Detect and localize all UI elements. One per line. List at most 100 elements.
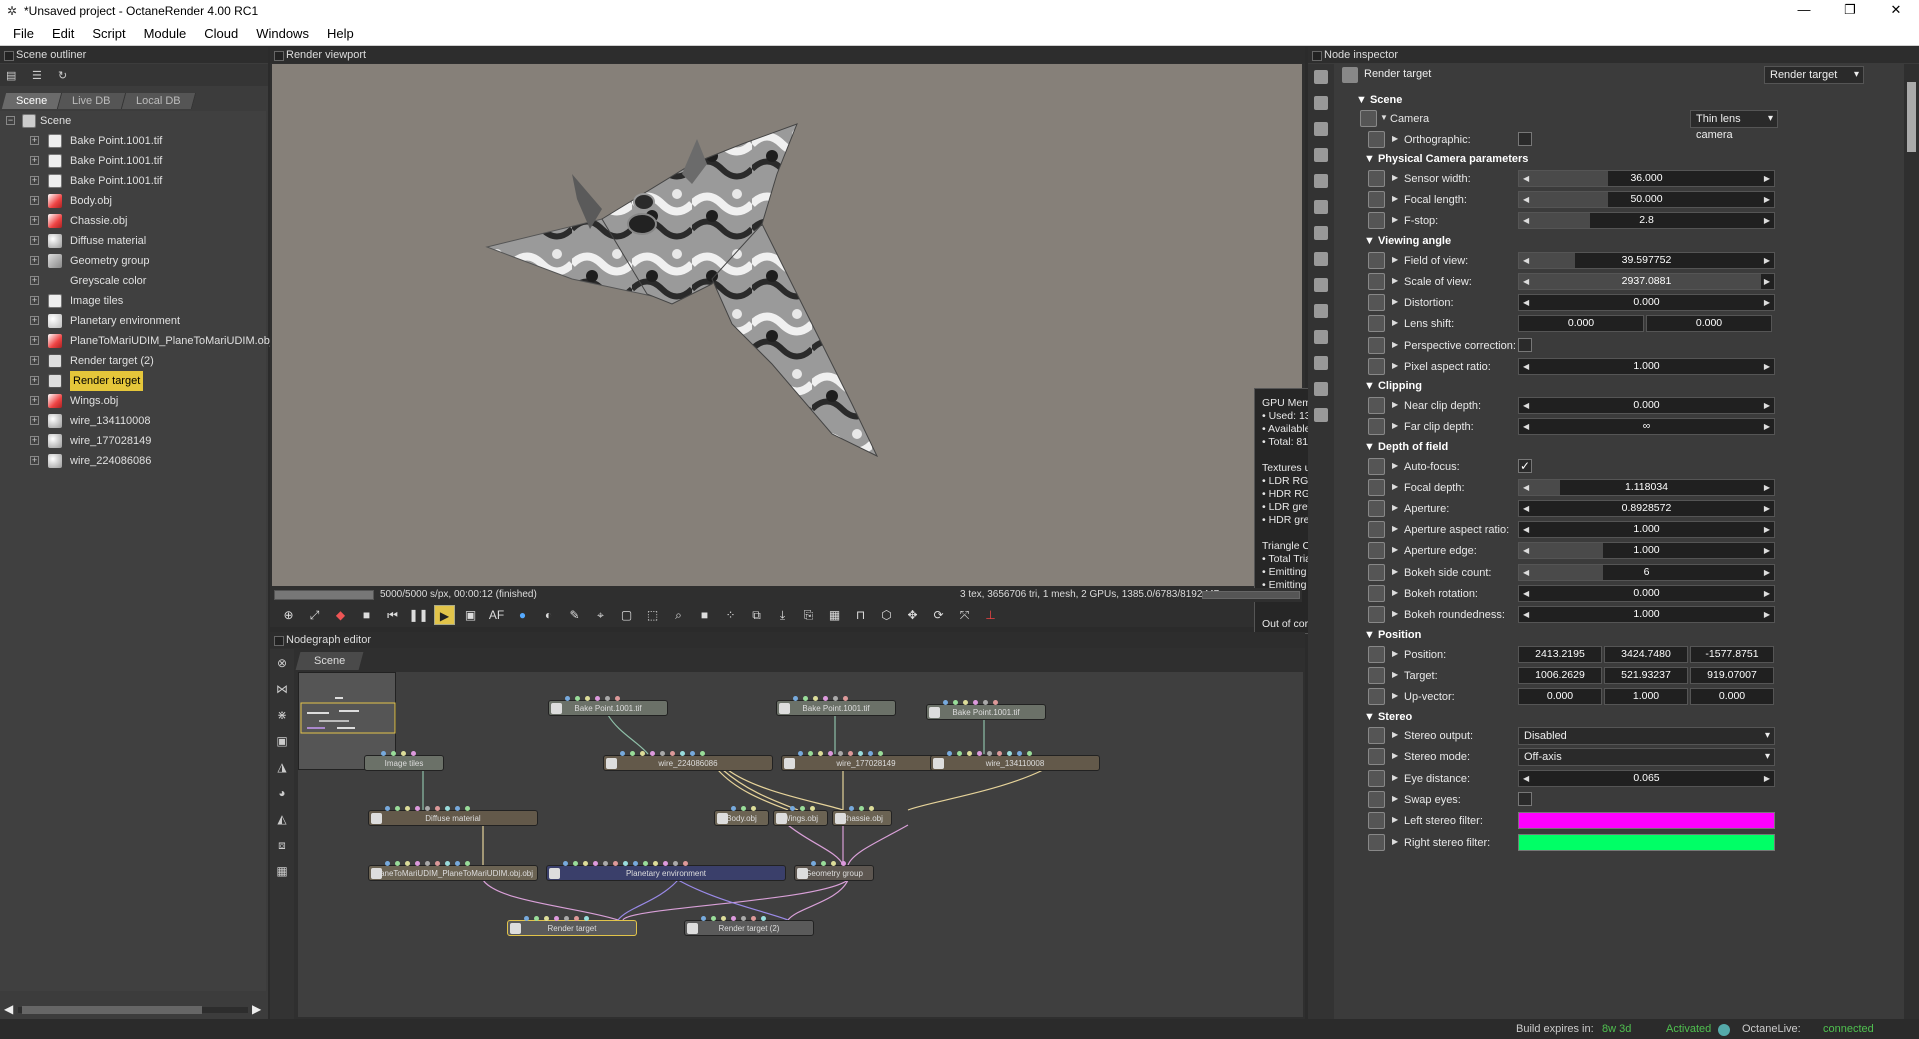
swap_eyes-checkbox[interactable]	[1518, 792, 1532, 806]
tree-item[interactable]: + Render target	[0, 371, 266, 391]
section-viewing_section[interactable]: ▼ Viewing angle	[1364, 235, 1451, 247]
collapse-icon[interactable]: ☰	[32, 69, 46, 82]
expand-arrow-icon[interactable]: ▶	[1392, 215, 1398, 224]
node-geometry-group[interactable]: Geometry group	[794, 861, 874, 881]
tree-item[interactable]: + wire_224086086	[0, 451, 266, 471]
tree-item[interactable]: + Greyscale color	[0, 271, 266, 291]
pin-icon[interactable]	[1368, 212, 1385, 229]
expand-toggle-icon[interactable]: +	[30, 396, 39, 405]
expand-arrow-icon[interactable]: ▶	[1392, 400, 1398, 409]
pin-icon[interactable]	[1368, 770, 1385, 787]
expand-arrow-icon[interactable]: ▶	[1392, 461, 1398, 470]
play-icon[interactable]: ▶	[434, 605, 455, 625]
copy-icon[interactable]: ⧉	[746, 605, 767, 625]
pin-icon[interactable]	[1368, 358, 1385, 375]
minimap-toggle-icon[interactable]: ▣	[274, 733, 290, 749]
section-physical_section[interactable]: ▼ Physical Camera parameters	[1364, 153, 1528, 165]
new-icon[interactable]: ▤	[6, 69, 20, 82]
pin-icon[interactable]	[1368, 294, 1385, 311]
sensor_width-slider[interactable]: ◀ 36.000 ▶	[1518, 170, 1775, 187]
focal_depth-slider[interactable]: ◀ 1.118034 ▶	[1518, 479, 1775, 496]
node-wire-134110008[interactable]: wire_134110008	[930, 751, 1100, 771]
pin-icon[interactable]	[1368, 667, 1385, 684]
restart-icon[interactable]: ⏮	[382, 605, 403, 625]
far_clip-slider[interactable]: ◀ ∞ ▶	[1518, 418, 1775, 435]
node-image-tiles[interactable]: Image tiles	[364, 751, 444, 771]
scrollbar-thumb[interactable]	[1907, 82, 1916, 152]
tab-scene-graph[interactable]: Scene	[295, 652, 364, 670]
expand-arrow-icon[interactable]: ▶	[1392, 340, 1398, 349]
pin-icon[interactable]	[1368, 606, 1385, 623]
distortion-slider[interactable]: ◀ 0.000 ▶	[1518, 294, 1775, 311]
geometry-node-icon[interactable]	[1314, 226, 1328, 240]
tree-root-scene[interactable]: − Scene	[0, 111, 266, 131]
node-bake-point-2[interactable]: Bake Point.1001.tif	[776, 696, 896, 716]
tree-item[interactable]: + Wings.obj	[0, 391, 266, 411]
position-x-field[interactable]: 2413.2195	[1518, 646, 1602, 663]
imager-icon[interactable]	[1314, 252, 1328, 266]
expand-arrow-icon[interactable]: ▶	[1392, 482, 1398, 491]
camera-node-icon[interactable]: ⧈	[274, 837, 290, 853]
node-planetary-environment[interactable]: Planetary environment	[546, 861, 786, 881]
lock-icon[interactable]: ⊓	[850, 605, 871, 625]
output-icon[interactable]	[1314, 382, 1328, 396]
color-picker-icon[interactable]: ●	[512, 605, 533, 625]
pin-icon[interactable]	[1368, 273, 1385, 290]
pin-icon[interactable]	[1368, 418, 1385, 435]
geometry-node-icon[interactable]: ◮	[274, 759, 290, 775]
camera-icon[interactable]	[1314, 148, 1328, 162]
orthographic-checkbox[interactable]	[1518, 132, 1532, 146]
target-z-field[interactable]: 919.07007	[1690, 667, 1774, 684]
tree-item[interactable]: + Bake Point.1001.tif	[0, 131, 266, 151]
expand-arrow-icon[interactable]: ▶	[1392, 670, 1398, 679]
node-wire-224086086[interactable]: wire_224086086	[603, 751, 773, 771]
arrange-icon[interactable]: ⋈	[274, 681, 290, 697]
environment-node-icon[interactable]	[1314, 174, 1328, 188]
outliner-horizontal-scrollbar[interactable]: ◀ ▶	[4, 1002, 262, 1016]
right_filter-swatch[interactable]	[1518, 834, 1775, 851]
recenter-icon[interactable]: ⊕	[278, 605, 299, 625]
position-z-field[interactable]: -1577.8751	[1690, 646, 1774, 663]
texture-node-icon[interactable]: ◭	[274, 811, 290, 827]
menu-windows[interactable]: Windows	[247, 26, 318, 41]
axis-gizmo-icon[interactable]: ⊥	[980, 605, 1001, 625]
af-icon[interactable]: AF	[486, 605, 507, 625]
pin-icon[interactable]	[1368, 337, 1385, 354]
up-x-field[interactable]: 0.000	[1518, 688, 1602, 705]
film-region-icon[interactable]: ⬚	[642, 605, 663, 625]
menu-cloud[interactable]: Cloud	[195, 26, 247, 41]
camera-type-dropdown[interactable]: Thin lens camera	[1690, 110, 1778, 141]
expand-arrow-icon[interactable]: ▶	[1392, 649, 1398, 658]
stereo_output-dropdown[interactable]: Disabled	[1518, 727, 1775, 745]
pin-icon[interactable]	[1368, 500, 1385, 517]
zoom-icon[interactable]: ⌕	[668, 605, 689, 625]
expand-toggle-icon[interactable]: +	[30, 436, 39, 445]
pin-icon[interactable]	[1368, 191, 1385, 208]
expand-toggle-icon[interactable]: +	[30, 196, 39, 205]
expand-arrow-icon[interactable]: ▶	[1392, 173, 1398, 182]
pin-icon[interactable]	[1368, 812, 1385, 829]
tree-item[interactable]: + PlaneToMariUDIM_PlaneToMariUDIM.obj	[0, 331, 272, 351]
fstop-slider[interactable]: ◀ 2.8 ▶	[1518, 212, 1775, 229]
expand-toggle-icon[interactable]: +	[30, 456, 39, 465]
material-node-icon[interactable]: ◕	[274, 785, 290, 801]
tab-live-db[interactable]: Live DB	[58, 93, 126, 109]
tree-item[interactable]: + Bake Point.1001.tif	[0, 171, 266, 191]
delete-node-icon[interactable]: ⊗	[274, 655, 290, 671]
expand-toggle-icon[interactable]: +	[30, 216, 39, 225]
node-bake-point-1[interactable]: Bake Point.1001.tif	[548, 696, 668, 716]
environment-node-2-icon[interactable]	[1314, 200, 1328, 214]
pin-icon[interactable]	[1368, 688, 1385, 705]
minimize-button[interactable]: —	[1781, 0, 1827, 22]
expand-arrow-icon[interactable]: ▶	[1392, 421, 1398, 430]
perspective-checkbox[interactable]	[1518, 338, 1532, 352]
collapse-toggle-icon[interactable]: −	[6, 116, 15, 125]
pin-icon[interactable]	[1368, 542, 1385, 559]
expand-arrow-icon[interactable]: ▶	[1392, 567, 1398, 576]
fov-slider[interactable]: ◀ 39.597752 ▶	[1518, 252, 1775, 269]
expand-arrow-icon[interactable]: ▶	[1392, 134, 1398, 143]
expand-toggle-icon[interactable]: +	[30, 256, 39, 265]
node-type-dropdown[interactable]: Render target	[1764, 66, 1864, 84]
expand-toggle-icon[interactable]: +	[30, 296, 39, 305]
pin-icon[interactable]	[1368, 564, 1385, 581]
